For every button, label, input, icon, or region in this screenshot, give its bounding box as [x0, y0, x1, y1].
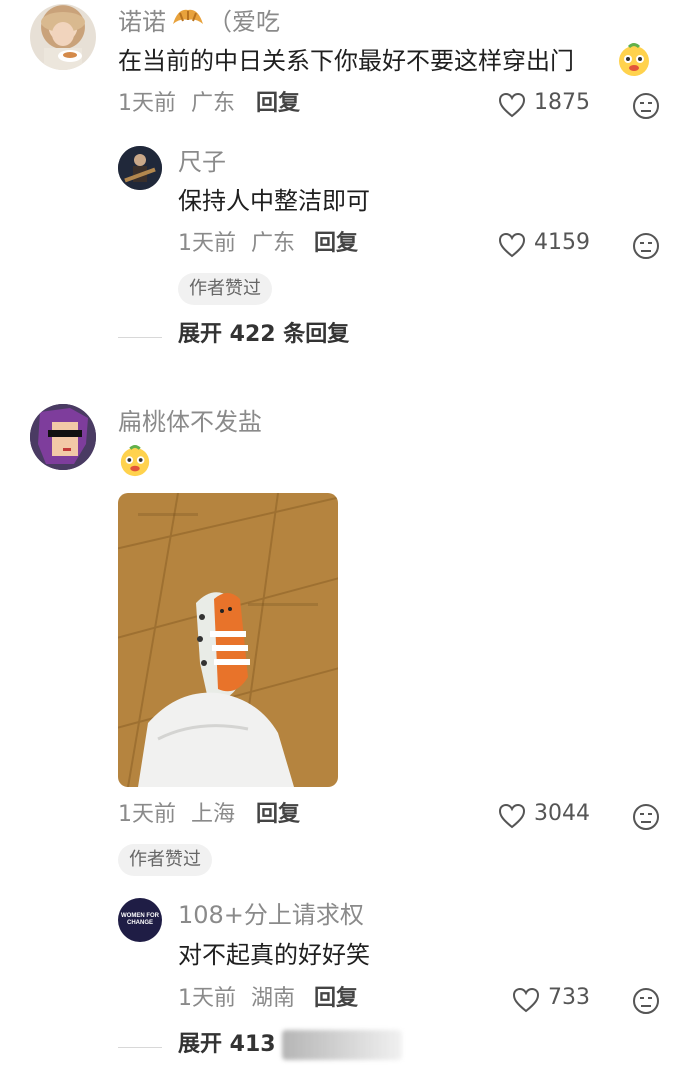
reply-button[interactable]: 回复: [314, 986, 358, 1012]
comment-time: 1天前: [118, 91, 176, 116]
person-photo-icon: [41, 12, 85, 70]
avatar-commenter-1[interactable]: [30, 4, 96, 70]
reply-username[interactable]: 尺子: [178, 148, 226, 176]
comment-location: 广东: [191, 91, 236, 116]
reply-meta: 1天前 广东: [178, 231, 295, 257]
reply-meta: 1天前 湖南: [178, 986, 295, 1012]
expand-divider: [118, 1047, 162, 1048]
dislike-button[interactable]: [632, 92, 660, 124]
reply-time: 1天前: [178, 231, 236, 256]
dislike-face-icon: [633, 233, 659, 259]
reply-button[interactable]: 回复: [314, 231, 358, 257]
expand-replies-button[interactable]: 展开 422 条回复: [178, 322, 349, 348]
username[interactable]: 扁桃体不发盐: [118, 408, 262, 436]
username[interactable]: 诺诺: [118, 8, 166, 36]
author-liked-badge: 作者赞过: [178, 273, 272, 305]
reply-text: 保持人中整洁即可: [178, 187, 370, 215]
like-button[interactable]: [512, 987, 540, 1017]
comment-time: 1天前: [118, 802, 176, 827]
expand-replies-button[interactable]: 展开 413: [178, 1032, 276, 1058]
reply-username[interactable]: 108+分上请求权: [178, 901, 364, 929]
reply-time: 1天前: [178, 986, 236, 1011]
avatar-replier-2[interactable]: WOMEN FOR CHANGE: [118, 898, 162, 942]
dislike-button[interactable]: [632, 803, 660, 835]
like-button[interactable]: [498, 92, 526, 122]
guitarist-photo-icon: [118, 146, 162, 190]
dislike-face-icon: [633, 988, 659, 1014]
reply-button[interactable]: 回复: [256, 802, 300, 828]
expand-divider: [118, 337, 162, 338]
smile-emoji-icon: [118, 444, 152, 482]
dislike-button[interactable]: [632, 987, 660, 1019]
smile-emoji-icon: [616, 42, 652, 82]
like-count: 3044: [534, 801, 590, 826]
comment-location: 上海: [191, 802, 236, 827]
like-button[interactable]: [498, 232, 526, 262]
heart-icon: [512, 987, 540, 1013]
like-count: 733: [548, 985, 590, 1010]
comment-photo[interactable]: [118, 493, 338, 787]
like-count: 4159: [534, 230, 590, 255]
sock-photo-image: [118, 493, 338, 787]
comment-meta: 1天前 广东: [118, 91, 235, 117]
like-button[interactable]: [498, 803, 526, 833]
like-count: 1875: [534, 90, 590, 115]
reply-location: 广东: [251, 231, 296, 256]
reply-location: 湖南: [251, 986, 296, 1011]
dislike-button[interactable]: [632, 232, 660, 264]
pixel-art-avatar-icon: [30, 404, 96, 470]
heart-icon: [498, 232, 526, 258]
comment-meta: 1天前 上海: [118, 802, 235, 828]
avatar-commenter-2[interactable]: [30, 404, 96, 470]
reply-text: 对不起真的好好笑: [178, 941, 370, 969]
heart-icon: [498, 803, 526, 829]
author-liked-badge: 作者赞过: [118, 844, 212, 876]
watermark-overlay: [282, 1030, 402, 1060]
dislike-face-icon: [633, 804, 659, 830]
croissant-icon: [170, 4, 206, 40]
heart-icon: [498, 92, 526, 118]
comment-text: 在当前的中日关系下你最好不要这样穿出门: [118, 47, 574, 75]
avatar-logo-text: WOMEN FOR CHANGE: [121, 913, 159, 926]
username-suffix: （爱吃: [208, 8, 280, 36]
dislike-face-icon: [633, 93, 659, 119]
reply-button[interactable]: 回复: [256, 91, 300, 117]
avatar-replier-1[interactable]: [118, 146, 162, 190]
